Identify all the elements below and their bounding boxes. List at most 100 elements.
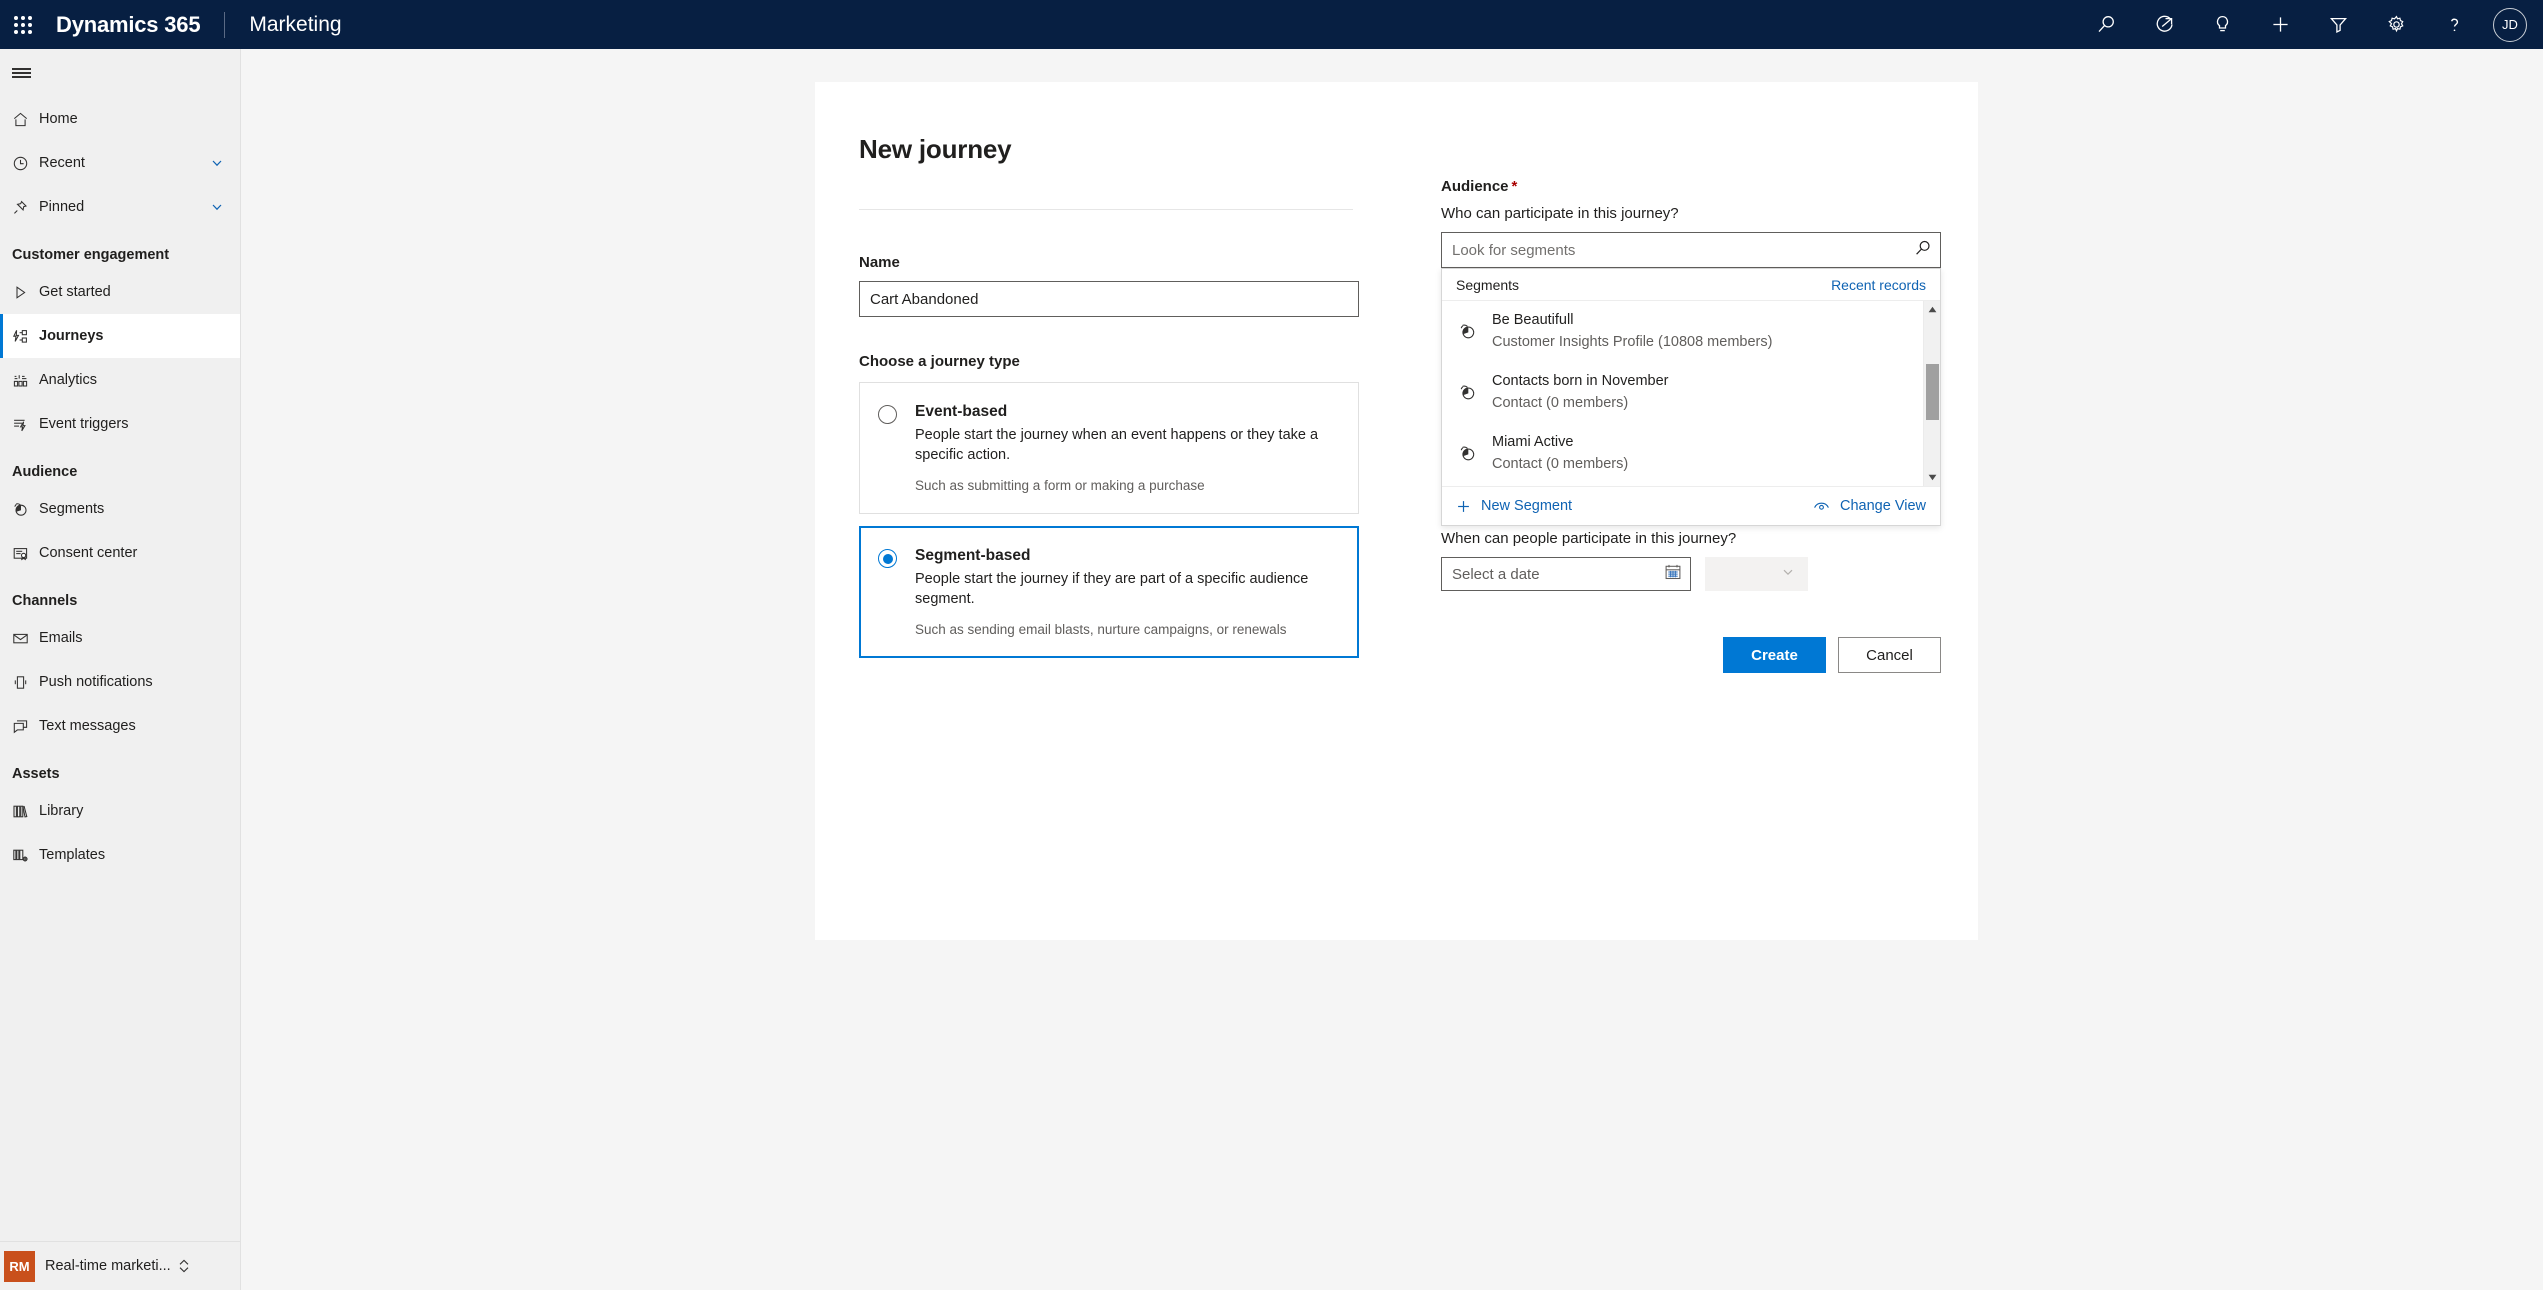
- plus-icon: [1456, 499, 1471, 514]
- create-button[interactable]: Create: [1723, 637, 1826, 673]
- journey-type-label: Choose a journey type: [859, 353, 1020, 370]
- sidebar-item-text-messages[interactable]: Text messages: [0, 704, 240, 748]
- sidebar-item-recent[interactable]: Recent: [0, 141, 240, 185]
- help-icon[interactable]: [2425, 0, 2483, 49]
- sidebar-item-templates[interactable]: Templates: [0, 833, 240, 877]
- sidebar-item-get-started[interactable]: Get started: [0, 270, 240, 314]
- sidebar-item-label: Pinned: [39, 199, 85, 215]
- radio-event-based[interactable]: [878, 405, 897, 424]
- sidebar-item-label: Get started: [39, 284, 111, 300]
- sidebar-item-emails[interactable]: Emails: [0, 616, 240, 660]
- name-field[interactable]: [859, 281, 1359, 317]
- dropdown-header: Segments Recent records: [1442, 269, 1940, 301]
- sidebar-item-push-notifications[interactable]: Push notifications: [0, 660, 240, 704]
- list-item-text: Miami Active Contact (0 members): [1492, 432, 1628, 474]
- templates-icon: [12, 847, 39, 864]
- new-segment-button[interactable]: New Segment: [1456, 498, 1572, 514]
- avatar[interactable]: JD: [2493, 7, 2527, 42]
- diagnostics-icon[interactable]: [2135, 0, 2193, 49]
- area-switcher[interactable]: RM Real-time marketi...: [0, 1241, 241, 1290]
- journey-type-card-event-based[interactable]: Event-based People start the journey whe…: [859, 382, 1359, 515]
- hamburger-icon: [12, 66, 31, 81]
- segment-name: Be Beautifull: [1492, 312, 1574, 329]
- list-item[interactable]: Miami Active Contact (0 members): [1442, 423, 1940, 484]
- sidebar-toggle-button[interactable]: [0, 49, 240, 97]
- sidebar-item-analytics[interactable]: Analytics: [0, 358, 240, 402]
- list-item[interactable]: Contacts born in November Contact (0 mem…: [1442, 362, 1940, 423]
- app-launcher-button[interactable]: [0, 0, 46, 49]
- search-icon[interactable]: [1914, 239, 1932, 262]
- dropdown-footer: New Segment Change View: [1442, 486, 1940, 525]
- journey-type-title: Event-based: [915, 403, 1008, 420]
- page-title: New journey: [859, 134, 1012, 164]
- list-item[interactable]: Be Beautifull Customer Insights Profile …: [1442, 301, 1940, 362]
- sidebar-item-event-triggers[interactable]: Event triggers: [0, 402, 240, 446]
- dropdown-scrollbar[interactable]: [1923, 301, 1940, 486]
- sidebar-item-label: Templates: [39, 847, 106, 863]
- sidebar-item-home[interactable]: Home: [0, 97, 240, 141]
- radio-segment-based[interactable]: [878, 549, 897, 569]
- chat-icon: [12, 718, 39, 735]
- name-input[interactable]: [870, 290, 1348, 308]
- sidebar-item-label: Event triggers: [39, 416, 129, 432]
- sidebar: Home Recent Pinned Customer engagement G…: [0, 49, 241, 1290]
- scrollbar-thumb[interactable]: [1926, 364, 1939, 420]
- name-field-label: Name: [859, 254, 900, 271]
- sidebar-item-library[interactable]: Library: [0, 789, 240, 833]
- start-date-input[interactable]: [1452, 565, 1664, 583]
- top-bar-actions: JD: [2077, 0, 2543, 49]
- chevron-up-down-icon[interactable]: [177, 1258, 191, 1274]
- search-icon[interactable]: [2077, 0, 2135, 49]
- start-time-select[interactable]: [1705, 557, 1808, 591]
- chevron-down-icon[interactable]: [210, 200, 240, 214]
- segment-icon: [12, 501, 39, 518]
- clock-icon: [12, 155, 39, 172]
- change-view-label: Change View: [1840, 498, 1926, 514]
- main-content-area: New journey Name Choose a journey type E…: [242, 49, 2543, 1290]
- sidebar-item-consent-center[interactable]: Consent center: [0, 531, 240, 575]
- segment-search-input[interactable]: [1452, 241, 1914, 259]
- journey-type-text-segment-based: Segment-based People start the journey i…: [915, 547, 1335, 637]
- journey-type-description: People start the journey if they are par…: [915, 571, 1309, 607]
- segment-search-field[interactable]: [1441, 232, 1941, 268]
- title-divider: [859, 209, 1353, 210]
- required-asterisk: *: [1511, 178, 1518, 195]
- audience-label: Audience *: [1441, 178, 1941, 195]
- sidebar-item-label: Library: [39, 803, 84, 819]
- schedule-row: [1441, 557, 1941, 591]
- dialog-right-pane: Audience * Who can participate in this jo…: [1397, 82, 1985, 940]
- list-item-text: Contacts born in November Contact (0 mem…: [1492, 371, 1669, 413]
- pin-icon: [12, 199, 39, 216]
- sidebar-group-title: Audience: [12, 464, 78, 480]
- scroll-up-arrow-icon[interactable]: [1924, 301, 1940, 318]
- sidebar-item-segments[interactable]: Segments: [0, 487, 240, 531]
- sidebar-item-journeys[interactable]: Journeys: [0, 314, 240, 358]
- new-segment-label: New Segment: [1481, 498, 1573, 514]
- sidebar-item-label: Analytics: [39, 372, 98, 388]
- scroll-down-arrow-icon[interactable]: [1924, 469, 1940, 486]
- journey-type-card-segment-based[interactable]: Segment-based People start the journey i…: [859, 526, 1359, 659]
- list-item[interactable]: MSEmails Contact (0 members): [1442, 484, 1940, 486]
- start-date-field[interactable]: [1441, 557, 1691, 591]
- brand-title[interactable]: Dynamics 365: [56, 12, 201, 38]
- gear-icon[interactable]: [2367, 0, 2425, 49]
- audience-question: Who can participate in this journey?: [1441, 205, 1679, 222]
- sidebar-item-label: Home: [39, 111, 78, 127]
- cancel-button[interactable]: Cancel: [1838, 637, 1941, 673]
- journey-type-description: People start the journey when an event h…: [915, 427, 1319, 463]
- schedule-question: When can people participate in this jour…: [1441, 530, 1737, 547]
- recent-records-link[interactable]: Recent records: [1831, 277, 1926, 293]
- new-journey-dialog: New journey Name Choose a journey type E…: [815, 82, 1978, 940]
- calendar-icon[interactable]: [1664, 563, 1682, 586]
- list-item-text: Be Beautifull Customer Insights Profile …: [1492, 310, 1772, 352]
- lightbulb-icon[interactable]: [2193, 0, 2251, 49]
- app-name-label[interactable]: Marketing: [249, 13, 341, 37]
- mail-icon: [12, 630, 39, 647]
- sidebar-item-pinned[interactable]: Pinned: [0, 185, 240, 229]
- sidebar-group-title: Channels: [12, 593, 78, 609]
- segment-meta: Contact (0 members): [1492, 394, 1629, 411]
- filter-icon[interactable]: [2309, 0, 2367, 49]
- chevron-down-icon[interactable]: [210, 156, 240, 170]
- change-view-button[interactable]: Change View: [1813, 498, 1926, 514]
- plus-icon[interactable]: [2251, 0, 2309, 49]
